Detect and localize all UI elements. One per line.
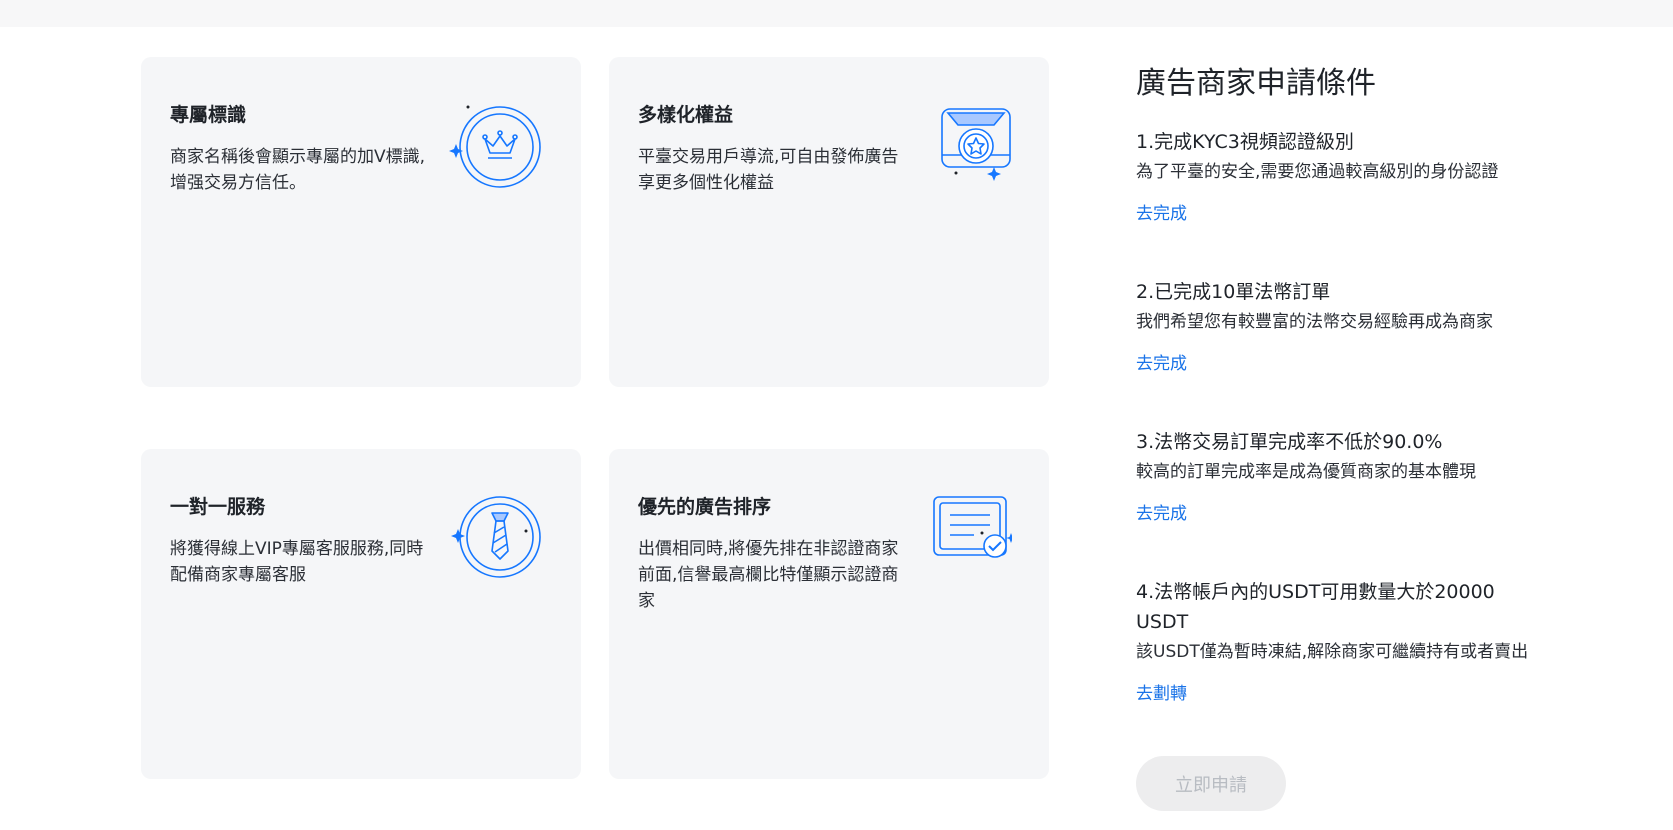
condition-name-usdt-balance: 4.法幣帳戶內的USDT可用數量大於20000 USDT <box>1136 581 1495 633</box>
go-complete-kyc3-link[interactable]: 去完成 <box>1136 202 1187 226</box>
benefit-card-priority-ad-ranking: 優先的廣告排序 出價相同時,將優先排在非認證商家前面,信譽最高欄比特僅顯示認證商… <box>609 449 1049 779</box>
medal-star-icon <box>916 101 1012 191</box>
benefit-desc: 商家名稱後會顯示專屬的加V標識,增强交易方信任。 <box>170 147 426 193</box>
tie-badge-icon <box>448 493 544 583</box>
top-bar <box>0 0 1673 27</box>
conditions-title: 廣告商家申請條件 <box>1136 66 1376 101</box>
condition-desc-usdt-balance: 該USDT僅為暫時凍結,解除商家可繼續持有或者賣出 <box>1136 642 1529 662</box>
condition-desc-kyc3: 為了平臺的安全,需要您通過較高級別的身份認證 <box>1136 162 1499 182</box>
condition-name-kyc3: 1.完成KYC3視頻認證級別 <box>1136 131 1354 153</box>
benefit-card-one-on-one-service: 一對一服務 將獲得線上VIP專屬客服服務,同時配備商家專屬客服 <box>141 449 581 779</box>
crown-badge-icon <box>448 101 544 191</box>
go-complete-rate-link[interactable]: 去完成 <box>1136 502 1187 526</box>
condition-name-completion-rate: 3.法幣交易訂單完成率不低於90.0% <box>1136 431 1443 453</box>
go-transfer-link[interactable]: 去劃轉 <box>1136 682 1187 706</box>
benefit-title: 專屬標識 <box>170 104 247 126</box>
go-complete-orders-link[interactable]: 去完成 <box>1136 352 1187 376</box>
benefit-title: 一對一服務 <box>170 496 266 518</box>
benefit-title: 優先的廣告排序 <box>638 496 772 518</box>
condition-name-orders: 2.已完成10單法幣訂單 <box>1136 281 1331 303</box>
benefit-desc: 將獲得線上VIP專屬客服服務,同時配備商家專屬客服 <box>170 539 424 585</box>
benefit-desc: 平臺交易用戶導流,可自由發佈廣告享更多個性化權益 <box>638 147 899 193</box>
benefit-card-exclusive-badge: 專屬標識 商家名稱後會顯示專屬的加V標識,增强交易方信任。 <box>141 57 581 387</box>
condition-desc-orders: 我們希望您有較豐富的法幣交易經驗再成為商家 <box>1136 312 1493 332</box>
apply-now-button[interactable]: 立即申請 <box>1136 756 1286 811</box>
benefit-desc: 出價相同時,將優先排在非認證商家前面,信譽最高欄比特僅顯示認證商家 <box>638 539 899 611</box>
benefit-title: 多樣化權益 <box>638 104 734 126</box>
certificate-check-icon <box>916 493 1012 583</box>
benefit-card-diverse-rights: 多樣化權益 平臺交易用戶導流,可自由發佈廣告享更多個性化權益 <box>609 57 1049 387</box>
condition-desc-completion-rate: 較高的訂單完成率是成為優質商家的基本體現 <box>1136 462 1476 482</box>
